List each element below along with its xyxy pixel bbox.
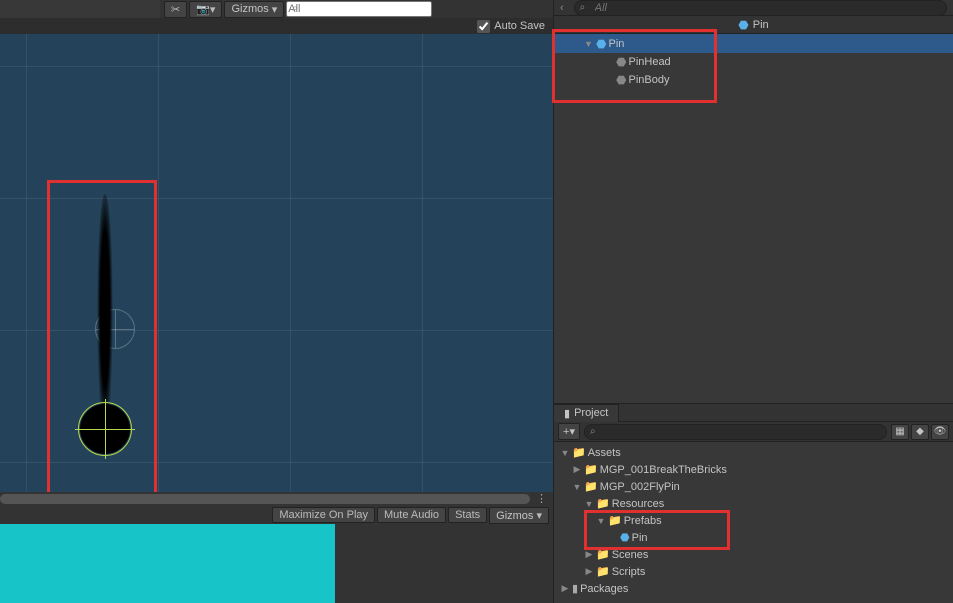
project-panel: ▮ Project +▾ ⌕ ▦ ◆ 👁 ▼📁 Ass (554, 403, 953, 603)
annotation-box (552, 29, 717, 103)
tree-label: Scripts (612, 566, 646, 578)
favorite-icon[interactable]: ◆ (911, 424, 929, 440)
prefab-name: Pin (753, 19, 769, 31)
folder-icon: ▮ (564, 407, 570, 420)
scene-search-input[interactable] (286, 1, 432, 17)
search-icon: ⌕ (292, 3, 298, 14)
maximize-button[interactable]: Maximize On Play (272, 507, 375, 523)
game-render (0, 524, 335, 603)
game-gizmos-dropdown[interactable]: Gizmos ▾ (489, 507, 549, 524)
autosave-row: Auto Save (0, 18, 553, 34)
camera-button[interactable]: 📷▾ (189, 1, 222, 18)
gizmos-dropdown[interactable]: Gizmos ▾ (224, 1, 284, 18)
scene-view[interactable] (0, 34, 553, 492)
back-icon[interactable]: ‹ (560, 2, 564, 14)
project-search[interactable]: ⌕ (584, 424, 887, 440)
search-icon: ⌕ (590, 426, 596, 437)
game-toolbar: Maximize On Play Mute Audio Stats Gizmos… (0, 506, 553, 524)
tree-item-assets[interactable]: ▼📁 Assets (554, 444, 953, 461)
tree-item-scripts[interactable]: ▶📁 Scripts (554, 563, 953, 580)
tree-item-mgp001[interactable]: ▶📁 MGP_001BreakTheBricks (554, 461, 953, 478)
search-icon: ⌕ (580, 2, 586, 13)
kebab-icon[interactable]: ⋮ (536, 492, 547, 505)
project-toolbar: +▾ ⌕ ▦ ◆ 👁 (554, 422, 953, 442)
scrollbar-thumb[interactable] (0, 494, 530, 504)
hierarchy-panel[interactable]: ▼ ⬣ Pin ⬣ PinHead ⬣ PinBody (554, 34, 953, 403)
tab-label: Project (574, 407, 608, 419)
annotation-box (47, 180, 157, 492)
project-tab[interactable]: ▮ Project (554, 404, 619, 422)
scene-search[interactable]: ⌕ (286, 1, 549, 17)
project-search-input[interactable] (584, 424, 887, 440)
tree-label: Packages (580, 583, 628, 595)
hidden-icon[interactable]: 👁 (931, 424, 949, 440)
tree-item-packages[interactable]: ▶▮ Packages (554, 580, 953, 597)
tree-item-mgp002[interactable]: ▼📁 MGP_002FlyPin (554, 478, 953, 495)
hierarchy-search-input[interactable] (574, 0, 947, 16)
game-view[interactable] (0, 524, 553, 603)
scene-toolbar: ✂ 📷▾ Gizmos ▾ ⌕ (160, 0, 553, 18)
project-tree[interactable]: ▼📁 Assets ▶📁 MGP_001BreakTheBricks ▼📁 MG… (554, 442, 953, 603)
annotation-box (584, 510, 730, 550)
tree-label: Scenes (612, 549, 649, 561)
hierarchy-search[interactable]: ⌕ (574, 0, 947, 16)
filter-icon[interactable]: ▦ (891, 424, 909, 440)
tree-label: Resources (612, 498, 665, 510)
autosave-checkbox[interactable] (477, 20, 490, 33)
tree-label: Assets (588, 447, 621, 459)
hierarchy-toolbar: ‹ ⌕ (554, 0, 953, 16)
add-button[interactable]: +▾ (558, 423, 580, 440)
stats-button[interactable]: Stats (448, 507, 487, 523)
scene-scrollbar[interactable]: ⋮ (0, 492, 553, 506)
tool-button[interactable]: ✂ (164, 1, 187, 18)
mute-button[interactable]: Mute Audio (377, 507, 446, 523)
project-tabs: ▮ Project (554, 404, 953, 422)
prefab-icon: ⬣ (738, 18, 748, 32)
tree-label: MGP_001BreakTheBricks (600, 464, 727, 476)
autosave-label: Auto Save (494, 20, 545, 32)
tree-label: MGP_002FlyPin (600, 481, 680, 493)
